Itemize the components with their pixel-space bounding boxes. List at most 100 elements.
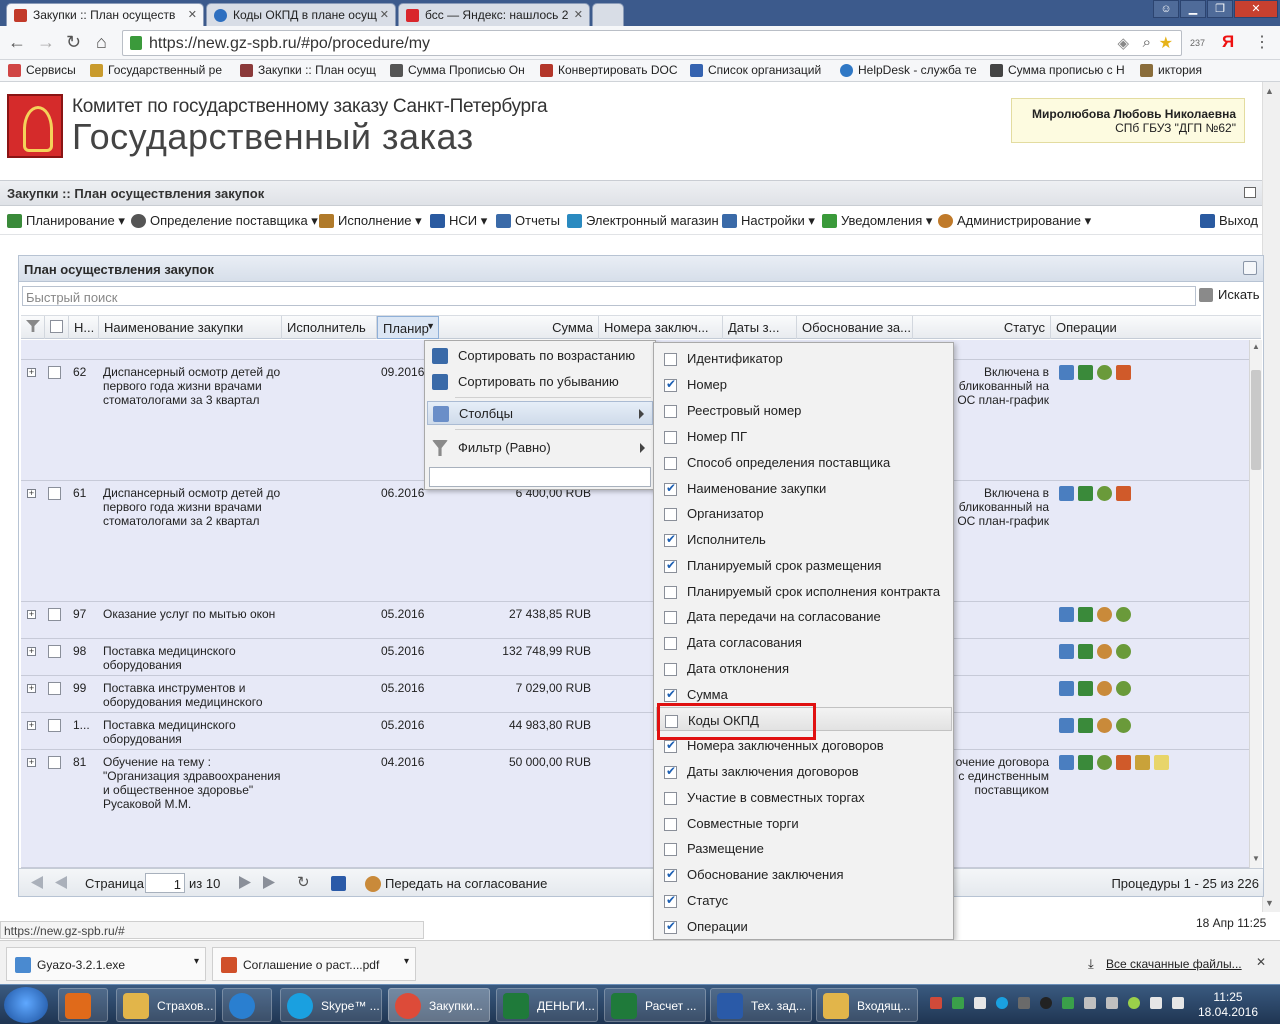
scroll-down-icon[interactable]: ▼	[1252, 854, 1260, 863]
bookmark-victoria[interactable]: иктория	[1140, 63, 1202, 77]
scroll-thumb[interactable]	[1251, 370, 1261, 470]
chevron-down-icon[interactable]: ▾	[404, 956, 409, 967]
taskbar-explorer[interactable]: Страхов...	[116, 988, 216, 1022]
gear-icon[interactable]	[1097, 486, 1112, 501]
chart-icon[interactable]	[1078, 365, 1093, 380]
row-checkbox[interactable]	[48, 487, 61, 500]
logout-button[interactable]: Выход	[1200, 213, 1258, 228]
column-header-sum[interactable]: Сумма	[439, 316, 599, 339]
menu-reports[interactable]: Отчеты	[496, 213, 560, 228]
tray-skype-icon[interactable]	[996, 997, 1008, 1009]
taskbar-excel-calc[interactable]: Расчет ...	[604, 988, 706, 1022]
tray-icon[interactable]	[1062, 997, 1074, 1009]
expand-row-icon[interactable]: +	[27, 721, 36, 730]
send-approval-icon[interactable]	[1097, 681, 1112, 696]
tray-network-icon[interactable]	[1106, 997, 1118, 1009]
column-toggle-identifier[interactable]: Идентификатор	[656, 346, 952, 370]
expand-row-icon[interactable]: +	[27, 368, 36, 377]
edit-icon[interactable]	[1059, 644, 1074, 659]
checkbox[interactable]	[664, 558, 677, 573]
checkbox[interactable]	[664, 893, 677, 908]
table-row[interactable]: + 61 Диспансерный осмотр детей до первог…	[21, 481, 1249, 602]
back-arrow-icon[interactable]: ←	[8, 32, 26, 53]
document-icon[interactable]	[1116, 486, 1131, 501]
edit-icon[interactable]	[1059, 486, 1074, 501]
all-downloads-link[interactable]: ⤓ Все скачанные файлы...	[1088, 956, 1242, 971]
bookmark-convert-doc[interactable]: Конвертировать DOC	[540, 63, 678, 77]
row-checkbox[interactable]	[48, 719, 61, 732]
bookmark-sum-in-words[interactable]: Сумма Прописью Он	[390, 63, 527, 77]
restore-icon[interactable]: ❐	[1207, 0, 1233, 18]
checkbox[interactable]	[664, 431, 677, 444]
bookmark-sum-in-words-vat[interactable]: Сумма прописью с Н	[990, 63, 1127, 77]
reload-icon[interactable]: ↻	[66, 32, 81, 53]
column-toggle-placement[interactable]: Размещение	[656, 836, 952, 860]
column-toggle-justification[interactable]: Обоснование заключения	[656, 862, 952, 886]
bookmark-state-registry[interactable]: Государственный ре	[90, 63, 227, 77]
row-checkbox[interactable]	[48, 645, 61, 658]
menu-supplier[interactable]: Определение поставщика ▾	[131, 213, 318, 229]
tray-icon[interactable]	[1128, 997, 1140, 1009]
tray-icon[interactable]	[1040, 997, 1052, 1009]
filter-value-input[interactable]	[429, 467, 651, 487]
column-menu-trigger-icon[interactable]: ▼	[426, 321, 435, 331]
notes-icon[interactable]	[1154, 755, 1169, 770]
tray-flag-icon[interactable]	[1172, 997, 1184, 1009]
checkbox[interactable]	[664, 508, 677, 521]
column-toggle-submission-date[interactable]: Дата передачи на согласование	[656, 604, 952, 628]
browser-tab-yandex[interactable]: бсс — Яндекс: нашлось 2 ✕	[398, 3, 590, 26]
close-tab-icon[interactable]: ✕	[188, 8, 197, 21]
select-all-checkbox[interactable]	[45, 316, 69, 339]
tray-icon[interactable]	[974, 997, 986, 1009]
checkbox[interactable]	[664, 843, 677, 856]
table-row[interactable]: + 99 Поставка инструментов и оборудовани…	[21, 676, 1249, 713]
column-header-name[interactable]: Наименование закупки	[99, 316, 282, 339]
address-bar[interactable]: https://new.gz-spb.ru/#po/procedure/my ◈…	[122, 30, 1182, 56]
gear-icon[interactable]	[1116, 607, 1131, 622]
checkbox[interactable]	[664, 405, 677, 418]
taskbar-excel-money[interactable]: ДЕНЬГИ...	[496, 988, 598, 1022]
tray-icon[interactable]	[952, 997, 964, 1009]
table-row[interactable]: + 81 Обучение на тему : "Организация здр…	[21, 750, 1249, 868]
scroll-up-icon[interactable]: ▲	[1265, 86, 1274, 96]
row-checkbox[interactable]	[48, 682, 61, 695]
checkbox[interactable]	[664, 377, 677, 392]
column-header-operations[interactable]: Операции	[1051, 316, 1261, 339]
menu-settings[interactable]: Настройки ▾	[722, 213, 815, 229]
menu-admin[interactable]: Администрирование ▾	[938, 213, 1091, 229]
taskbar-inbox[interactable]: Входящ...	[816, 988, 918, 1022]
search-button[interactable]: Искать	[1199, 287, 1260, 302]
chart-icon[interactable]	[1078, 718, 1093, 733]
save-icon[interactable]	[331, 876, 346, 891]
page-scrollbar[interactable]: ▲ ▼	[1262, 82, 1280, 912]
edit-icon[interactable]	[1059, 755, 1074, 770]
send-approval-icon[interactable]	[1097, 718, 1112, 733]
table-row[interactable]: + 1... Поставка медицинского оборудовани…	[21, 713, 1249, 750]
yandex-icon[interactable]: Я	[1222, 32, 1234, 52]
start-button[interactable]	[4, 987, 48, 1023]
column-toggle-name[interactable]: Наименование закупки	[656, 476, 952, 500]
browser-tab-okpd[interactable]: Коды ОКПД в плане осущ ✕	[206, 3, 396, 26]
checkbox[interactable]	[664, 687, 677, 702]
bookmark-helpdesk[interactable]: HelpDesk - служба те	[840, 63, 977, 77]
forward-arrow-icon[interactable]: →	[37, 32, 55, 53]
checkbox[interactable]	[664, 919, 677, 934]
taskbar-chrome[interactable]: Закупки...	[388, 988, 490, 1022]
column-toggle-pg-number[interactable]: Номер ПГ	[656, 424, 952, 448]
column-toggle-rejection-date[interactable]: Дата отклонения	[656, 656, 952, 680]
close-shelf-icon[interactable]: ✕	[1256, 955, 1266, 969]
column-toggle-registry-number[interactable]: Реестровый номер	[656, 398, 952, 422]
menu-notifications[interactable]: Уведомления ▾	[822, 213, 932, 229]
edit-icon[interactable]	[1059, 681, 1074, 696]
taskbar-word[interactable]: Тех. зад...	[710, 988, 812, 1022]
last-page-icon[interactable]	[263, 876, 275, 889]
checkbox[interactable]	[664, 764, 677, 779]
edit-icon[interactable]	[1059, 365, 1074, 380]
row-checkbox[interactable]	[48, 756, 61, 769]
minimize-icon[interactable]: ▁	[1180, 0, 1206, 18]
column-toggle-operations[interactable]: Операции	[656, 914, 952, 938]
expand-row-icon[interactable]: +	[27, 758, 36, 767]
checkbox[interactable]	[664, 867, 677, 882]
column-toggle-planned-execution[interactable]: Планируемый срок исполнения контракта	[656, 579, 952, 603]
checkbox[interactable]	[664, 792, 677, 805]
